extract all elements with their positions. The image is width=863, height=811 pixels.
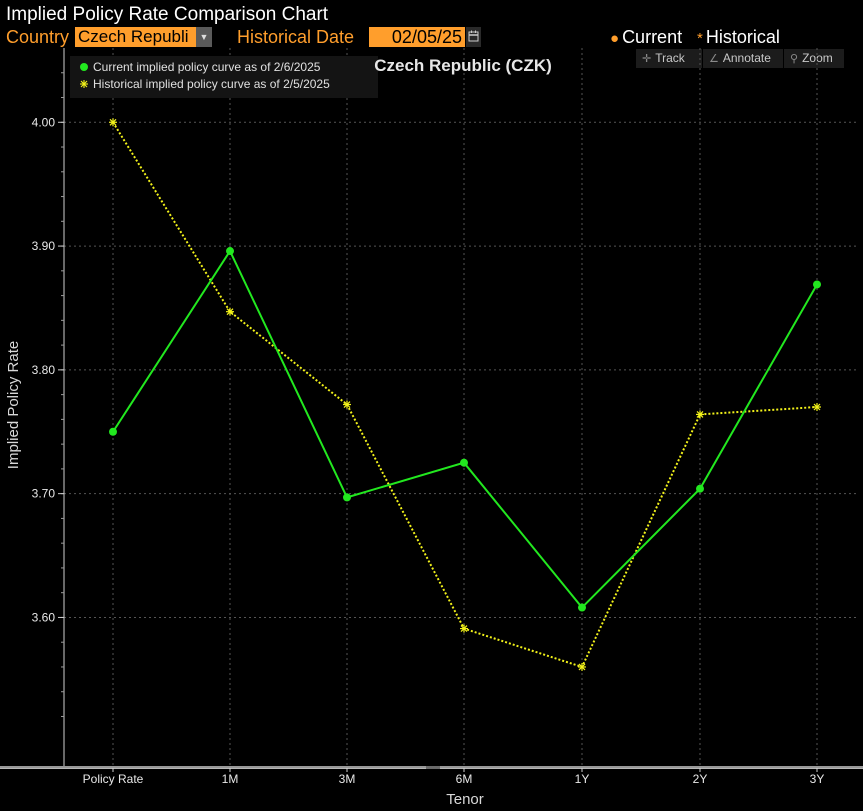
historical-point bbox=[696, 410, 704, 419]
y-tick-label: 4.00 bbox=[32, 115, 56, 129]
x-tick-label: 2Y bbox=[693, 772, 708, 786]
x-tick-label: 6M bbox=[456, 772, 473, 786]
current-point bbox=[109, 427, 117, 436]
y-tick-label: 3.70 bbox=[32, 487, 56, 501]
historical-point bbox=[226, 307, 234, 316]
x-scroll-thumb bbox=[426, 766, 440, 769]
x-tick-label: 3M bbox=[339, 772, 356, 786]
current-point bbox=[226, 247, 234, 256]
y-tick-label: 3.80 bbox=[32, 363, 56, 377]
gridlines bbox=[64, 48, 858, 766]
x-tick-label: 3Y bbox=[810, 772, 825, 786]
series-current-line bbox=[112, 248, 818, 610]
legend-current-marker bbox=[80, 63, 88, 71]
historical-point bbox=[109, 118, 117, 127]
x-tick-label: Policy Rate bbox=[83, 772, 144, 786]
historical-point bbox=[578, 662, 586, 671]
x-tick-label: 1M bbox=[222, 772, 239, 786]
historical-point bbox=[460, 624, 468, 633]
current-point bbox=[343, 493, 351, 502]
chart[interactable]: 4.00 3.90 3.80 3.70 3.60 Policy Rate 1M 3M 6M 1Y 2… bbox=[0, 0, 863, 811]
x-axis-title: Tenor bbox=[446, 791, 484, 808]
y-axis-title: Implied Policy Rate bbox=[5, 341, 22, 469]
legend-historical-text: Historical implied policy curve as of 2/… bbox=[93, 77, 330, 91]
legend-current-text: Current implied policy curve as of 2/6/2… bbox=[93, 60, 321, 74]
current-point bbox=[696, 484, 704, 493]
current-point bbox=[460, 458, 468, 467]
historical-point bbox=[813, 403, 821, 411]
y-tick-label: 3.90 bbox=[32, 239, 56, 253]
series-historical-line bbox=[112, 121, 818, 669]
current-point bbox=[578, 603, 586, 612]
chart-title: Czech Republic (CZK) bbox=[374, 56, 552, 75]
current-point bbox=[813, 280, 821, 289]
historical-point bbox=[343, 400, 351, 409]
x-tick-label: 1Y bbox=[575, 772, 590, 786]
y-tick-label: 3.60 bbox=[32, 610, 56, 624]
legend-historical-marker bbox=[80, 80, 88, 88]
